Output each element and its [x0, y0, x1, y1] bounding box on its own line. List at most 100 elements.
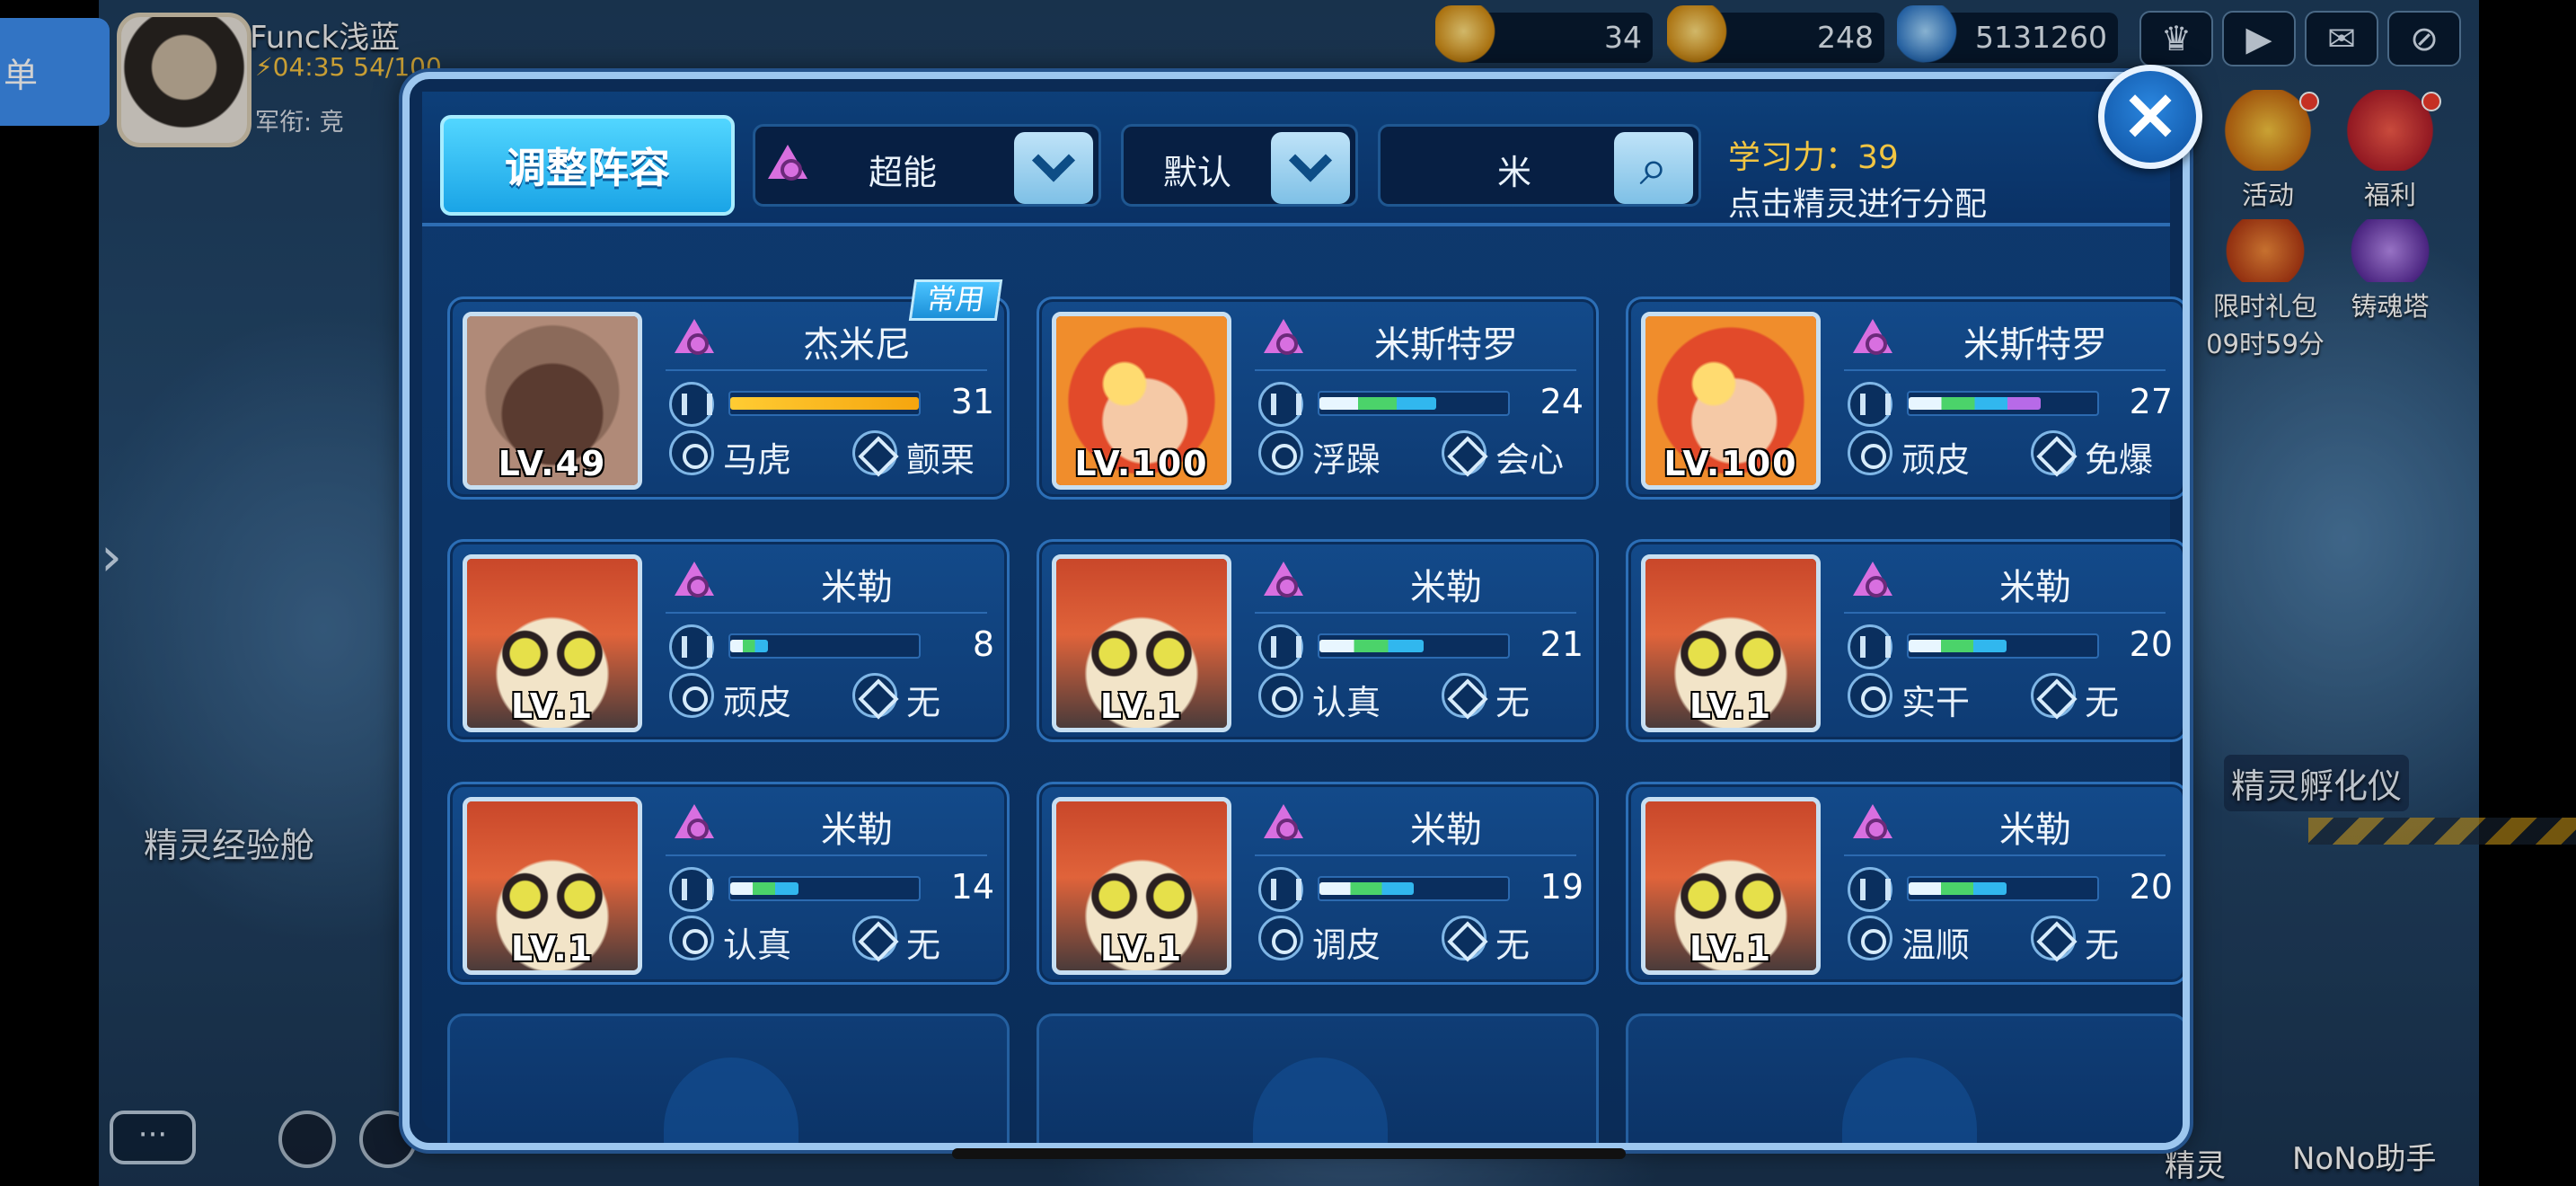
- learning-power-value: 39: [1857, 139, 1899, 176]
- psychic-element-icon: [1853, 562, 1892, 597]
- learning-power-icon: [669, 382, 714, 427]
- learning-power-bar: [728, 633, 921, 659]
- element-filter-dropdown[interactable]: 超能: [753, 124, 1101, 207]
- psychic-element-icon: [675, 804, 714, 840]
- personality-text: 顽皮: [723, 683, 792, 722]
- search-field[interactable]: 米 ⌕: [1378, 124, 1701, 207]
- divider: [666, 854, 987, 856]
- spirit-card[interactable]: LV.1 米勒 20 实干 无: [1626, 539, 2183, 742]
- spirit-portrait: LV.1: [1641, 554, 1821, 732]
- learning-power-value: 20: [2129, 624, 2173, 664]
- sort-filter-value: 默认: [1163, 153, 1232, 192]
- personality-text: 认真: [723, 925, 792, 965]
- dialog-toolbar: 调整阵容 超能 默认 米 ⌕ 学习力：39 点击精灵进行分配: [422, 92, 2170, 226]
- spirit-card[interactable]: LV.1 米勒 21 认真 无: [1037, 539, 1599, 742]
- learning-power-icon: [1258, 624, 1303, 669]
- search-input[interactable]: 米: [1497, 145, 1531, 194]
- learning-power-value: 20: [2129, 867, 2173, 907]
- learning-power-bar-fill: [730, 397, 919, 410]
- psychic-element-icon: [1264, 562, 1303, 597]
- divider: [666, 612, 987, 614]
- feature-icon: [852, 430, 897, 475]
- empty-slot[interactable]: [1626, 1013, 2183, 1143]
- spirit-card[interactable]: LV.100 米斯特罗 27 顽皮 免爆: [1626, 296, 2183, 500]
- learning-power-bar: [1907, 876, 2099, 901]
- adjust-lineup-button[interactable]: 调整阵容: [440, 115, 735, 216]
- feature-text: 免爆: [2085, 440, 2154, 480]
- spirit-card[interactable]: LV.1 米勒 20 温顺 无: [1626, 782, 2183, 985]
- personality-icon: [1848, 430, 1892, 475]
- empty-slot[interactable]: [447, 1013, 1010, 1143]
- spirit-level: LV.1: [1099, 686, 1184, 726]
- feature-icon: [2031, 673, 2076, 718]
- learning-power-value: 19: [1539, 867, 1584, 907]
- feature-text: 无: [2085, 925, 2120, 965]
- spirit-card[interactable]: LV.1 米勒 19 调皮 无: [1037, 782, 1599, 985]
- feature-icon: [2031, 916, 2076, 960]
- learning-power-bar: [1907, 391, 2099, 416]
- empty-slot[interactable]: [1037, 1013, 1599, 1143]
- learning-power-icon: [1848, 624, 1892, 669]
- search-icon[interactable]: ⌕: [1614, 132, 1693, 204]
- spirit-portrait: LV.1: [1052, 797, 1231, 975]
- psychic-element-icon: [675, 562, 714, 597]
- spirit-level: LV.100: [1074, 444, 1209, 483]
- spirit-portrait: LV.1: [1641, 797, 1821, 975]
- spirit-card[interactable]: LV.100 米斯特罗 24 浮躁 会心: [1037, 296, 1599, 500]
- spirit-card[interactable]: LV.49 杰米尼 31 马虎 颤栗 常用: [447, 279, 1010, 500]
- learning-power-value: 27: [2129, 382, 2173, 421]
- spirit-name: 米勒: [821, 810, 893, 851]
- feature-text: 无: [2085, 683, 2120, 722]
- empty-slot-icon: [664, 1058, 798, 1143]
- learning-power-value: 14: [950, 867, 994, 907]
- personality-text: 温顺: [1901, 925, 1971, 965]
- psychic-element-icon: [675, 319, 714, 355]
- divider: [1844, 612, 2166, 614]
- spirit-card[interactable]: LV.1 米勒 8 顽皮 无: [447, 539, 1010, 742]
- learning-power-bar-fill: [1909, 397, 2041, 410]
- spirit-name: 米斯特罗: [1374, 324, 1518, 366]
- chevron-down-icon[interactable]: [1014, 132, 1093, 204]
- learning-power-bar-fill: [1909, 882, 2007, 895]
- learning-power-bar-fill: [1909, 640, 2007, 652]
- spirit-name: 米勒: [1410, 810, 1482, 851]
- close-button[interactable]: ×: [2098, 65, 2202, 169]
- personality-icon: [669, 430, 714, 475]
- learning-power-bar-fill: [730, 882, 798, 895]
- personality-icon: [669, 673, 714, 718]
- learning-power-bar: [1318, 633, 1510, 659]
- spirit-level: LV.1: [1689, 929, 1773, 969]
- spirit-level: LV.1: [1099, 929, 1184, 969]
- spirit-portrait: LV.100: [1641, 312, 1821, 490]
- learning-power-bar: [1318, 391, 1510, 416]
- psychic-element-icon: [1853, 319, 1892, 355]
- learning-power-value: 8: [972, 624, 994, 664]
- learning-power-bar-fill: [1319, 882, 1414, 895]
- element-filter-value: 超能: [869, 153, 938, 192]
- divider: [1255, 612, 1576, 614]
- feature-text: 无: [1495, 683, 1531, 722]
- favorite-tag: 常用: [908, 279, 1003, 321]
- personality-icon: [1258, 916, 1303, 960]
- chevron-down-icon[interactable]: [1271, 132, 1350, 204]
- personality-text: 浮躁: [1312, 440, 1381, 480]
- personality-text: 调皮: [1312, 925, 1381, 965]
- sort-filter-dropdown[interactable]: 默认: [1121, 124, 1358, 207]
- psychic-element-icon: [1853, 804, 1892, 840]
- psychic-element-icon: [768, 145, 807, 181]
- learning-power-value: 24: [1539, 382, 1584, 421]
- spirit-level: LV.1: [1689, 686, 1773, 726]
- feature-icon: [852, 916, 897, 960]
- spirit-portrait: LV.49: [463, 312, 642, 490]
- spirit-card[interactable]: LV.1 米勒 14 认真 无: [447, 782, 1010, 985]
- feature-icon: [1442, 430, 1486, 475]
- home-indicator: [952, 1148, 1626, 1159]
- dialog-body: 调整阵容 超能 默认 米 ⌕ 学习力：39 点击精灵进行分配 LV.49 杰米尼: [422, 92, 2183, 1143]
- learning-power-bar-fill: [730, 640, 768, 652]
- spirit-name: 米勒: [821, 567, 893, 608]
- feature-text: 无: [1495, 925, 1531, 965]
- personality-icon: [1848, 673, 1892, 718]
- spirit-level: LV.49: [498, 444, 607, 483]
- divider: [1255, 369, 1576, 371]
- personality-icon: [1258, 673, 1303, 718]
